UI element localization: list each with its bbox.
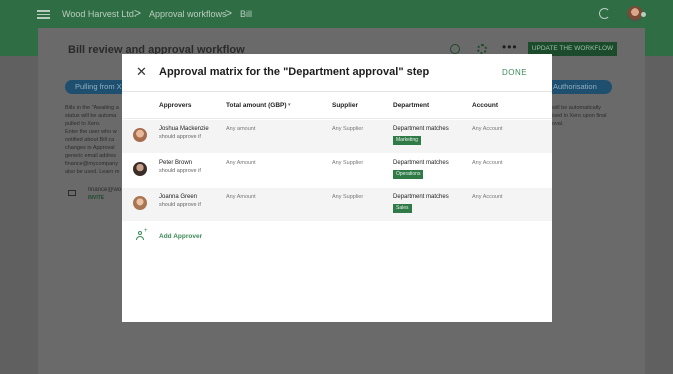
approver-row[interactable]: Peter Brown should approve if Any Amount… <box>122 154 552 187</box>
divider <box>122 91 552 92</box>
account-condition[interactable]: Any Account <box>472 160 503 166</box>
sort-icon[interactable]: ▾ <box>288 102 291 108</box>
authorisation-pill[interactable]: Authorisation <box>545 80 612 94</box>
supplier-condition[interactable]: Any Supplier <box>332 126 363 132</box>
column-header-department: Department <box>393 102 430 109</box>
approver-avatar <box>133 128 147 142</box>
breadcrumb-organisation[interactable]: Wood Harvest Ltd. <box>62 9 136 19</box>
more-options-icon[interactable]: ••• <box>502 40 518 54</box>
column-header-total-amount[interactable]: Total amount (GBP) <box>226 102 287 109</box>
refresh-icon[interactable] <box>599 8 610 19</box>
amount-condition[interactable]: Any Amount <box>226 194 256 200</box>
approver-avatar <box>133 162 147 176</box>
help-icon[interactable] <box>450 44 460 54</box>
add-approver-button[interactable]: Add Approver <box>159 233 202 240</box>
department-condition[interactable]: Department matches <box>393 160 449 166</box>
department-tag: Marketing <box>393 136 421 145</box>
department-tag: Sales <box>393 204 412 213</box>
notification-email: finance@wo <box>88 187 122 193</box>
account-condition[interactable]: Any Account <box>472 126 503 132</box>
step-description: Bills in the "Awaiting a status will be … <box>65 105 120 175</box>
supplier-condition[interactable]: Any Supplier <box>332 194 363 200</box>
supplier-condition[interactable]: Any Supplier <box>332 160 363 166</box>
authorisation-description: will be automatically ised in Xero upon … <box>552 105 607 127</box>
breadcrumb-separator: > <box>134 6 142 20</box>
invite-link[interactable]: INVITE <box>88 195 104 201</box>
column-header-supplier: Supplier <box>332 102 359 109</box>
department-condition[interactable]: Department matches <box>393 194 449 200</box>
divider <box>122 118 552 119</box>
amount-condition[interactable]: Any Amount <box>226 160 256 166</box>
approver-name: Joanna Green <box>159 194 198 200</box>
column-header-approvers: Approvers <box>159 102 192 109</box>
account-condition[interactable]: Any Account <box>472 194 503 200</box>
approver-condition-label: should approve if <box>159 134 201 140</box>
approval-matrix-dialog: ✕ Approval matrix for the "Department ap… <box>122 54 552 322</box>
breadcrumb-bill[interactable]: Bill <box>240 9 252 19</box>
done-button[interactable]: DONE <box>502 68 527 77</box>
hamburger-icon[interactable] <box>37 10 50 19</box>
approver-name: Joshua Mackenzie <box>159 126 209 132</box>
approver-name: Peter Brown <box>159 160 193 166</box>
close-icon[interactable]: ✕ <box>136 65 147 79</box>
approver-row[interactable]: Joshua Mackenzie should approve if Any a… <box>122 120 552 153</box>
department-condition[interactable]: Department matches <box>393 126 449 132</box>
avatar-menu-indicator <box>641 12 646 17</box>
dialog-title: Approval matrix for the "Department appr… <box>159 66 430 78</box>
department-tag: Operations <box>393 170 424 179</box>
add-user-icon[interactable]: + <box>136 228 148 240</box>
gear-icon[interactable] <box>477 44 487 54</box>
amount-condition[interactable]: Any amount <box>226 126 255 132</box>
approver-condition-label: should approve if <box>159 168 201 174</box>
approver-avatar <box>133 196 147 210</box>
approver-row[interactable]: Joanna Green should approve if Any Amoun… <box>122 188 552 221</box>
breadcrumb-separator: > <box>225 6 233 20</box>
breadcrumb-approval-workflows[interactable]: Approval workflows <box>149 9 227 19</box>
mail-icon <box>68 190 76 196</box>
approver-condition-label: should approve if <box>159 202 201 208</box>
column-header-account: Account <box>472 102 498 109</box>
